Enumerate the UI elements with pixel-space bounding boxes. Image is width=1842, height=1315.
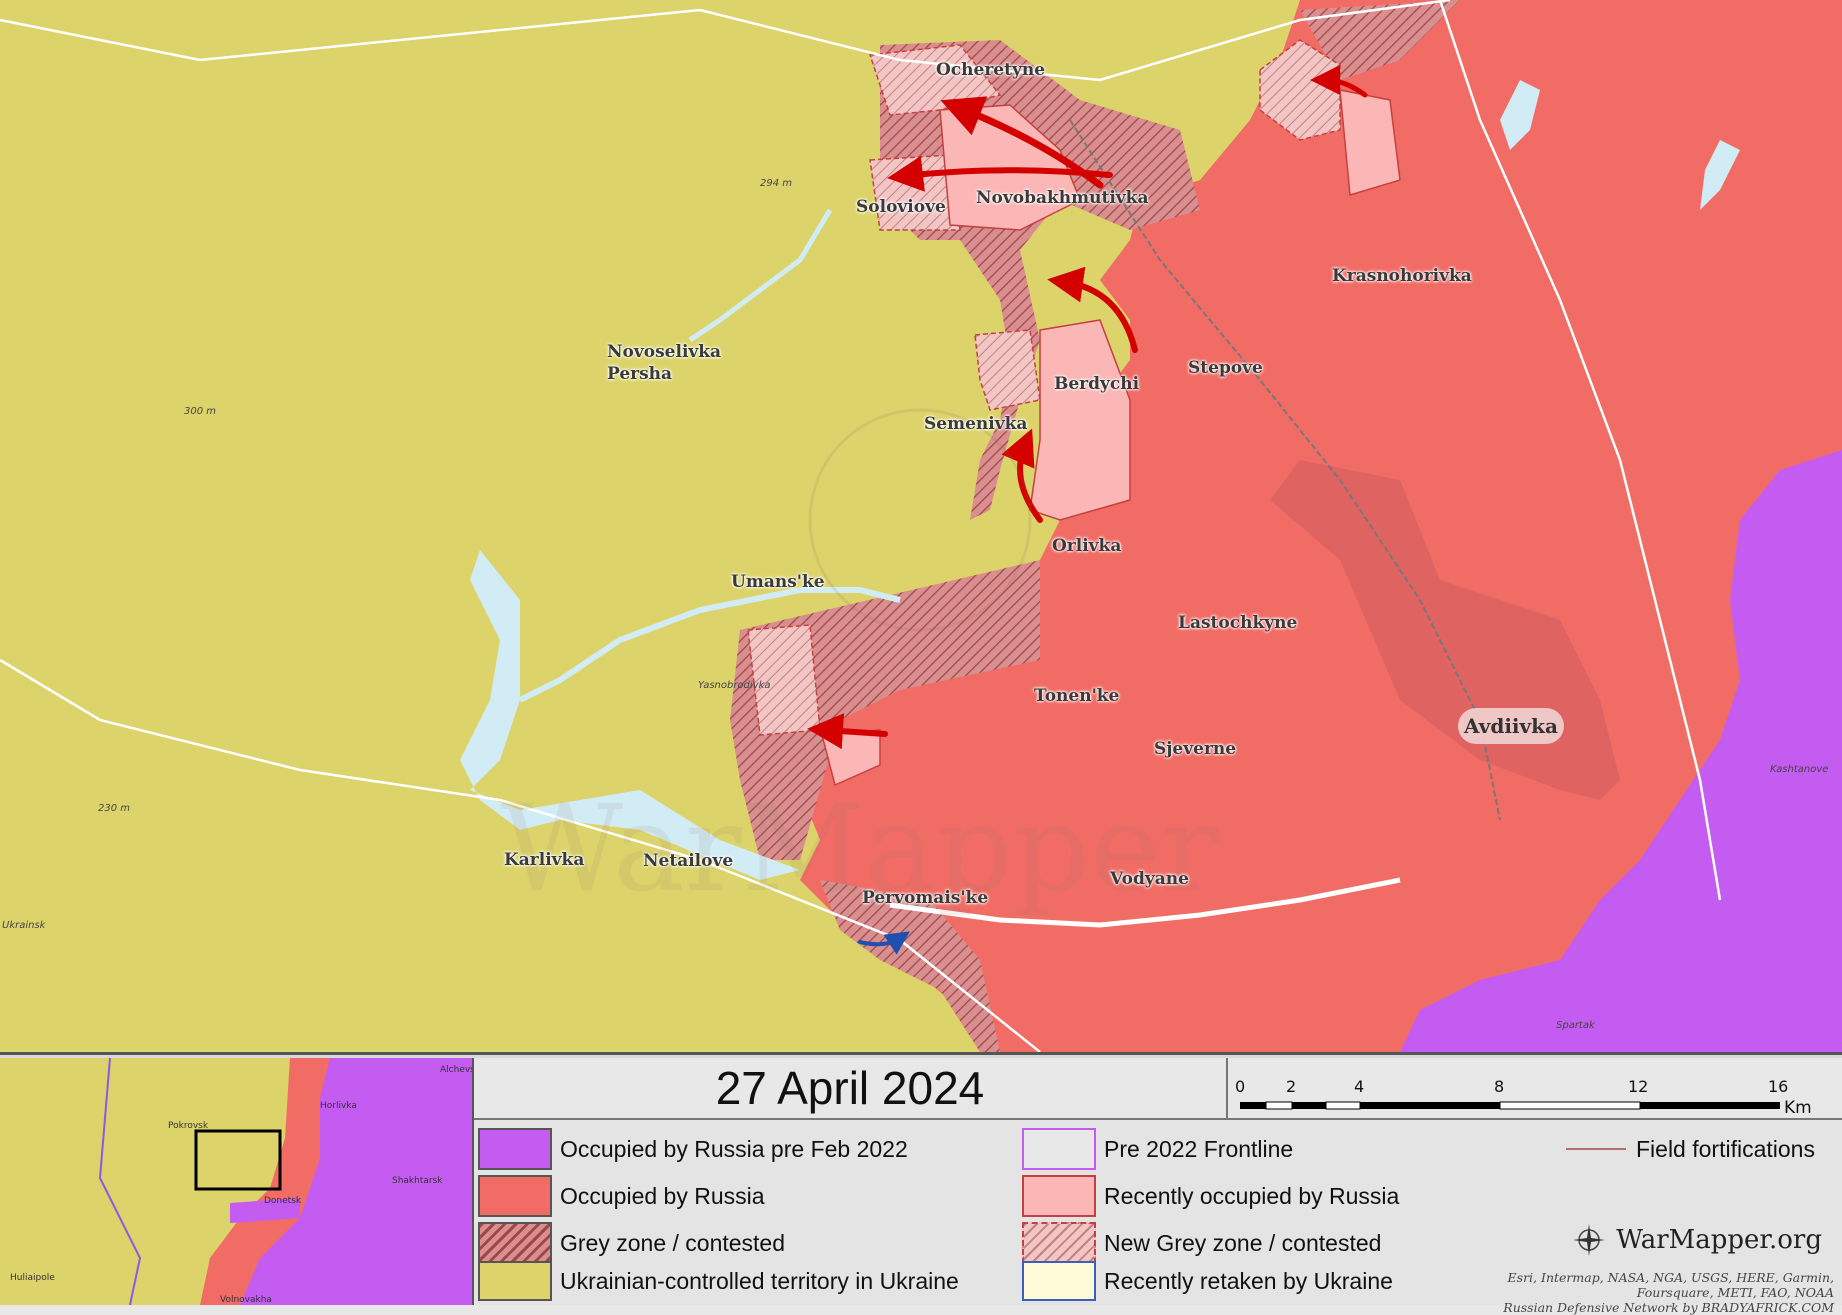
credit-line: Russian Defensive Network by BRADYAFRICK… [1503,1300,1834,1315]
inset-label-volnovakha: Volnovakha [220,1295,272,1305]
place-label-kashtanove: Kashtanove [1770,764,1829,775]
legend-swatch [1022,1175,1096,1217]
legend-panel: 27 April 2024 0 2 4 8 12 16 Km Occupied … [474,1058,1842,1315]
legend-label: Recently retaken by Ukraine [1104,1267,1393,1294]
legend-label: New Grey zone / contested [1104,1229,1382,1256]
place-label-netailove: Netailove [643,851,734,871]
compass-icon [1573,1224,1606,1256]
legend-item: Occupied by Russia pre Feb 2022 [478,1126,908,1172]
scale-tick: 12 [1628,1077,1648,1096]
scale-tick: 2 [1286,1077,1296,1096]
credit-line: Foursquare, METI, FAO, NOAA [1636,1285,1834,1300]
elevation-label: 230 m [98,803,131,814]
legend-swatch [1022,1128,1096,1170]
scale-tick: 16 [1768,1077,1788,1096]
place-label-umanske: Umans'ke [731,572,825,592]
scale-tick: 0 [1235,1077,1245,1096]
place-label-novoselivka: Novoselivka [607,342,722,362]
map-date: 27 April 2024 [474,1058,1228,1120]
watermark: WarMapper [500,780,1219,919]
place-label-krasnohorivka: Krasnohorivka [1332,266,1472,286]
legend-swatch [1022,1261,1096,1301]
elevation-label: 294 m [760,178,793,189]
inset-label-huliaipole: Huliaipole [10,1273,55,1283]
place-label-orlivka: Orlivka [1052,536,1122,556]
place-label-berdychi: Berdychi [1054,374,1140,394]
place-label-vodyane: Vodyane [1110,869,1189,889]
brand: WarMapper.org [1572,1223,1822,1257]
legend-item: Ukrainian-controlled territory in Ukrain… [478,1258,959,1304]
place-label-avdiivka: Avdiivka [1458,708,1564,744]
legend-item: Field fortifications [1566,1126,1815,1172]
credit-line: Esri, Intermap, NASA, NGA, USGS, HERE, G… [1507,1270,1834,1285]
scale-tick: 8 [1494,1077,1504,1096]
inset-label-horlivka: Horlivka [320,1101,357,1111]
legend-swatch [478,1128,552,1170]
elevation-label: 300 m [184,406,217,417]
place-label-ukrainsk: Ukrainsk [2,920,46,931]
inset-label-pokrovsk: Pokrovsk [168,1121,209,1131]
place-label-pervomaiske: Pervomais'ke [862,888,989,908]
legend-label: Recently occupied by Russia [1104,1182,1400,1209]
legend-item: Occupied by Russia [478,1173,765,1219]
place-label-tonenke: Tonen'ke [1034,686,1120,706]
inset-overview-map: Pokrovsk Horlivka Shakhtarsk Donetsk Hul… [0,1058,474,1305]
russian-advance-arrow [807,713,888,750]
legend-swatch [478,1261,552,1301]
legend-label: Pre 2022 Frontline [1104,1135,1294,1162]
legend-item: Recently retaken by Ukraine [1022,1258,1393,1304]
inset-label-shakhtarsk: Shakhtarsk [392,1176,443,1186]
legend-area: Pokrovsk Horlivka Shakhtarsk Donetsk Hul… [0,1052,1842,1315]
place-label-yasnobrodivka: Yasnobrodivka [698,680,771,691]
legend-swatch [478,1175,552,1217]
place-label-semenivka: Semenivka [924,414,1028,434]
place-label-stepove: Stepove [1188,358,1263,378]
scale-unit: Km [1784,1098,1812,1118]
legend-label: Ukrainian-controlled territory in Ukrain… [560,1267,959,1294]
place-label-lastochkyne: Lastochkyne [1178,613,1298,633]
recently-occupied-east [1339,89,1401,196]
legend-label: Occupied by Russia pre Feb 2022 [560,1135,908,1162]
place-label-novobakhmutivka: Novobakhmutivka [976,188,1149,208]
inset-label-donetsk: Donetsk [264,1196,302,1206]
credits: Esri, Intermap, NASA, NGA, USGS, HERE, G… [1434,1270,1834,1315]
scale-tick: 4 [1354,1077,1364,1096]
legend-label: Grey zone / contested [560,1229,786,1256]
place-label-soloviove: Soloviove [856,197,946,217]
place-label-spartak: Spartak [1556,1020,1595,1031]
place-label-karlivka: Karlivka [504,850,585,870]
place-label-persha: Persha [607,364,673,384]
legend-item: Pre 2022 Frontline [1022,1126,1293,1172]
map-figure: WarMapper Ocheretyne Soloviove Novobakhm… [0,0,1842,1315]
place-label-ocheretyne: Ocheretyne [936,60,1046,80]
brand-name: WarMapper.org [1616,1225,1822,1255]
scale-bar: 0 2 4 8 12 16 Km [1228,1058,1842,1120]
legend-label: Occupied by Russia [560,1182,765,1209]
legend-label: Field fortifications [1636,1135,1815,1162]
legend-swatch [1566,1148,1626,1150]
place-label-sjeverne: Sjeverne [1154,739,1237,759]
inset-label-alchevsk: Alchevsk [440,1065,474,1075]
legend-item: Recently occupied by Russia [1022,1173,1399,1219]
